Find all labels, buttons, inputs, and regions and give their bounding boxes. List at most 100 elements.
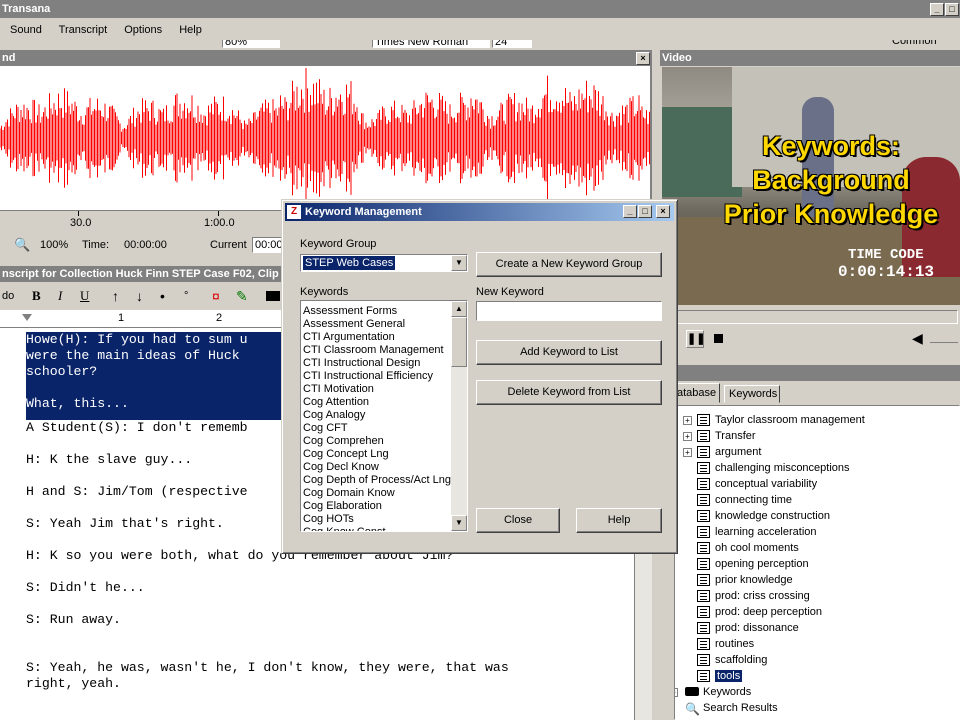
- circle-icon[interactable]: °: [184, 282, 188, 310]
- tab-keywords[interactable]: Keywords: [724, 385, 780, 403]
- keyword-list-item[interactable]: Assessment General: [301, 318, 451, 331]
- tree-item[interactable]: prod: dissonance: [675, 620, 959, 636]
- menu-transcript[interactable]: Transcript: [59, 24, 108, 36]
- chevron-down-icon[interactable]: ▼: [451, 255, 467, 271]
- keyword-list-item[interactable]: CTI Instructional Efficiency: [301, 370, 451, 383]
- keyword-icon: [697, 446, 710, 458]
- keyword-list-item[interactable]: CTI Argumentation: [301, 331, 451, 344]
- stop-button[interactable]: [714, 334, 723, 343]
- keyword-group-select[interactable]: STEP Web Cases ▼: [300, 254, 468, 272]
- menu-sound[interactable]: Sound: [10, 24, 42, 36]
- waveform[interactable]: [0, 68, 650, 208]
- tick-label: 1:00.0: [204, 217, 235, 229]
- arrow-up-icon[interactable]: ↑: [112, 282, 119, 310]
- tree-item[interactable]: + Transfer: [675, 428, 959, 444]
- expand-icon[interactable]: +: [683, 416, 692, 425]
- help-button[interactable]: Help: [576, 508, 662, 533]
- tree-item[interactable]: prod: deep perception: [675, 604, 959, 620]
- keyboard-icon[interactable]: [266, 291, 280, 301]
- scroll-down-button[interactable]: ▼: [451, 515, 467, 531]
- indent-marker[interactable]: [22, 314, 32, 321]
- tree-item[interactable]: prod: criss crossing: [675, 588, 959, 604]
- expand-icon[interactable]: +: [683, 432, 692, 441]
- keyword-icon: [697, 590, 710, 602]
- close-button[interactable]: Close: [476, 508, 560, 533]
- menu-help[interactable]: Help: [179, 24, 202, 36]
- keyword-list-item[interactable]: Assessment Forms: [301, 305, 451, 318]
- new-keyword-input[interactable]: [476, 301, 662, 321]
- selected-block[interactable]: Howe(H): If you had to sum u were the ma…: [26, 332, 311, 420]
- dialog-minimize-button[interactable]: _: [623, 205, 637, 218]
- keyword-icon: [697, 462, 710, 474]
- keyword-group-label: Keyword Group: [300, 238, 377, 250]
- tree-item[interactable]: challenging misconceptions: [675, 460, 959, 476]
- scroll-thumb[interactable]: [451, 317, 467, 367]
- tree-item[interactable]: routines: [675, 636, 959, 652]
- keyword-list-item[interactable]: Cog HOTs: [301, 513, 451, 526]
- dialog-maximize-button[interactable]: □: [638, 205, 652, 218]
- keyword-list-item[interactable]: Cog Attention: [301, 396, 451, 409]
- keyword-list-item[interactable]: Cog Elaboration: [301, 500, 451, 513]
- delete-keyword-button[interactable]: Delete Keyword from List: [476, 380, 662, 405]
- keyword-list-item[interactable]: Cog Depth of Process/Act Lng: [301, 474, 451, 487]
- common-tasks[interactable]: Common Tasks: [892, 40, 960, 50]
- tree-item[interactable]: + Taylor classroom management: [675, 412, 959, 428]
- keyword-list-item[interactable]: Cog Know Const: [301, 526, 451, 531]
- add-keyword-button[interactable]: Add Keyword to List: [476, 340, 662, 365]
- tree-item[interactable]: connecting time: [675, 492, 959, 508]
- database-tree[interactable]: + Taylor classroom management + Transfer + ar…: [674, 405, 960, 720]
- keyword-list-item[interactable]: Cog Analogy: [301, 409, 451, 422]
- keyword-list-item[interactable]: Cog Decl Know: [301, 461, 451, 474]
- keyword-list-item[interactable]: CTI Classroom Management: [301, 344, 451, 357]
- zoom-select[interactable]: 80%: [222, 40, 280, 48]
- tab-database[interactable]: atabase: [674, 383, 720, 403]
- tree-item[interactable]: learning acceleration: [675, 524, 959, 540]
- keyword-icon: [697, 638, 710, 650]
- dot-icon[interactable]: •: [160, 282, 165, 310]
- bold-button[interactable]: B: [32, 282, 41, 310]
- undo-button[interactable]: do: [2, 282, 14, 310]
- edit-icon[interactable]: ✎: [236, 282, 248, 310]
- tree-root-keywords[interactable]: +Keywords: [675, 684, 959, 700]
- tree-item[interactable]: oh cool moments: [675, 540, 959, 556]
- volume-icon[interactable]: ◀: [912, 330, 923, 347]
- keywords-scrollbar[interactable]: ▲ ▼: [451, 301, 467, 531]
- keyword-icon: [697, 558, 710, 570]
- tree-item[interactable]: scaffolding: [675, 652, 959, 668]
- expand-icon[interactable]: +: [683, 448, 692, 457]
- volume-slider[interactable]: [930, 342, 958, 343]
- font-size-select[interactable]: 24: [492, 40, 532, 48]
- scroll-up-button[interactable]: ▲: [451, 301, 467, 317]
- keyword-list-item[interactable]: Cog Domain Know: [301, 487, 451, 500]
- italic-button[interactable]: I: [58, 282, 62, 310]
- keyword-list-item[interactable]: Cog Concept Lng: [301, 448, 451, 461]
- tree-item[interactable]: prior knowledge: [675, 572, 959, 588]
- arrow-down-icon[interactable]: ↓: [136, 282, 143, 310]
- font-select[interactable]: Times New Roman: [372, 40, 490, 48]
- video-frame[interactable]: Keywords: Background Prior Knowledge TIM…: [662, 67, 960, 305]
- sound-close-button[interactable]: ×: [636, 52, 650, 65]
- underline-button[interactable]: U: [80, 282, 89, 310]
- tree-item[interactable]: conceptual variability: [675, 476, 959, 492]
- data-window: ta atabase Keywords + Taylor classroom ma…: [660, 365, 960, 720]
- keyword-list-item[interactable]: CTI Motivation: [301, 383, 451, 396]
- keywords-list[interactable]: Assessment Forms Assessment General CTI Ar…: [300, 300, 468, 532]
- tree-item[interactable]: + argument: [675, 444, 959, 460]
- tree-item[interactable]: knowledge construction: [675, 508, 959, 524]
- keyword-list-item[interactable]: Cog CFT: [301, 422, 451, 435]
- create-keyword-group-button[interactable]: Create a New Keyword Group: [476, 252, 662, 277]
- keyword-icon: [697, 574, 710, 586]
- zoom-out-icon[interactable]: 🔍: [14, 232, 30, 258]
- dialog-close-button[interactable]: ×: [656, 205, 670, 218]
- tree-root-search-results[interactable]: 🔍 Search Results: [675, 700, 959, 716]
- timecode-icon[interactable]: ¤: [212, 282, 220, 310]
- pause-button[interactable]: ❚❚: [686, 330, 705, 348]
- minimize-button[interactable]: _: [930, 3, 944, 16]
- maximize-button[interactable]: □: [945, 3, 959, 16]
- menu-options[interactable]: Options: [124, 24, 162, 36]
- video-position-slider[interactable]: [662, 310, 958, 324]
- keyword-list-item[interactable]: Cog Comprehen: [301, 435, 451, 448]
- keyword-list-item[interactable]: CTI Instructional Design: [301, 357, 451, 370]
- tree-item[interactable]: tools: [675, 668, 959, 684]
- tree-item[interactable]: opening perception: [675, 556, 959, 572]
